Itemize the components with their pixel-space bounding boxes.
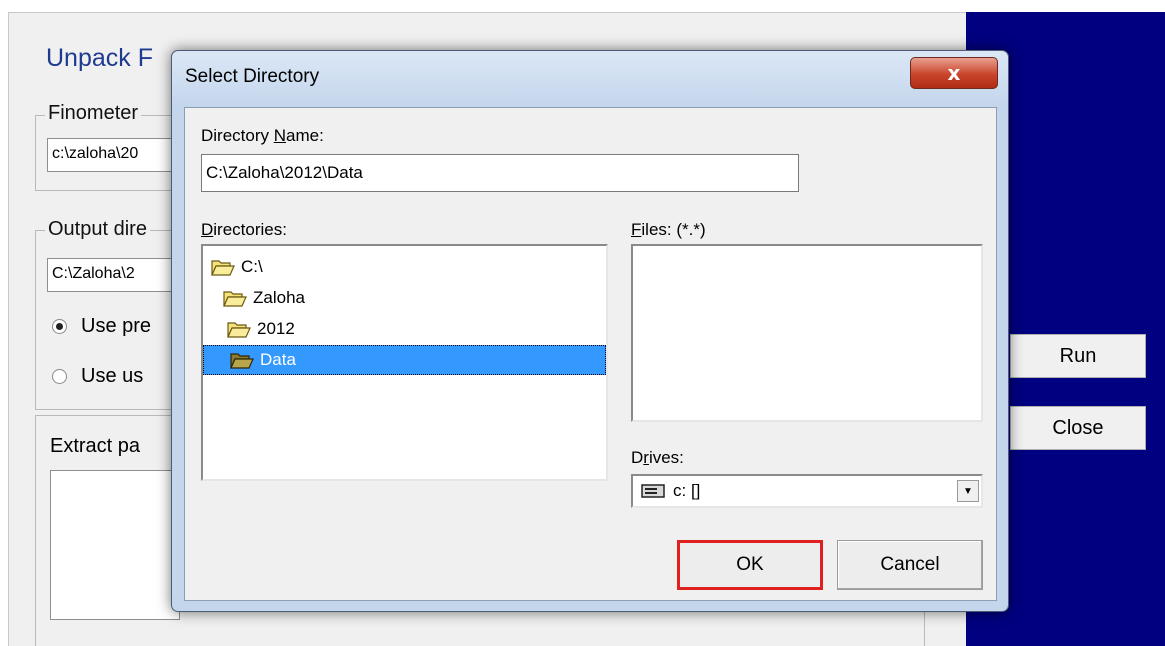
drives-select[interactable]: c: [] ▼ (631, 474, 983, 508)
drives-value: c: [] (673, 481, 701, 500)
files-list[interactable] (631, 244, 983, 422)
folder-open-icon (223, 291, 247, 307)
folder-open-icon (227, 322, 251, 338)
radio-use-preset[interactable]: Use pre (52, 315, 151, 338)
close-icon: x (947, 61, 961, 85)
drives-label: Drives: (631, 448, 684, 467)
directories-label: Directories: (201, 220, 287, 239)
finometer-input[interactable]: c:\zaloha\20 (47, 138, 177, 172)
folder-open-icon (230, 353, 254, 369)
dialog-close-button[interactable]: x (910, 57, 998, 89)
dialog-body: Directory Name: C:\Zaloha\2012\Data Dire… (184, 107, 997, 601)
select-directory-dialog: Select Directory x Directory Name: C:\Za… (171, 50, 1009, 612)
output-input[interactable]: C:\Zaloha\2 (47, 258, 177, 292)
directory-item[interactable]: 2012 (225, 314, 295, 344)
close-button[interactable]: Close (1010, 406, 1146, 450)
directory-item-selected[interactable]: Data (203, 345, 606, 375)
output-label: Output dire (45, 218, 150, 241)
dialog-titlebar: Select Directory x (172, 51, 1008, 107)
finometer-label: Finometer (45, 102, 142, 125)
directory-name-input[interactable]: C:\Zaloha\2012\Data (201, 154, 799, 192)
cancel-button[interactable]: Cancel (837, 540, 983, 590)
radio-use-user-label: Use us (81, 365, 144, 387)
directories-list[interactable]: C:\ Zaloha 2012 Data (201, 244, 608, 481)
files-label: Files: (*.*) (631, 220, 706, 239)
chevron-down-icon[interactable]: ▼ (957, 480, 979, 502)
window-title: Unpack F (46, 44, 153, 72)
radio-use-preset-label: Use pre (81, 315, 152, 337)
directory-name-label: Directory Name: (201, 126, 324, 145)
directory-item[interactable]: C:\ (209, 252, 263, 282)
extract-textarea[interactable] (50, 470, 180, 620)
folder-open-icon (211, 260, 235, 276)
run-button[interactable]: Run (1010, 334, 1146, 378)
extract-label: Extract pa (50, 435, 141, 457)
ok-button[interactable]: OK (677, 540, 823, 590)
dialog-title: Select Directory (185, 66, 320, 87)
directory-item[interactable]: Zaloha (221, 283, 305, 313)
drive-icon (641, 484, 665, 498)
radio-use-user[interactable]: Use us (52, 365, 143, 388)
radio-circle-icon (52, 369, 67, 384)
radio-dot-icon (52, 319, 67, 334)
